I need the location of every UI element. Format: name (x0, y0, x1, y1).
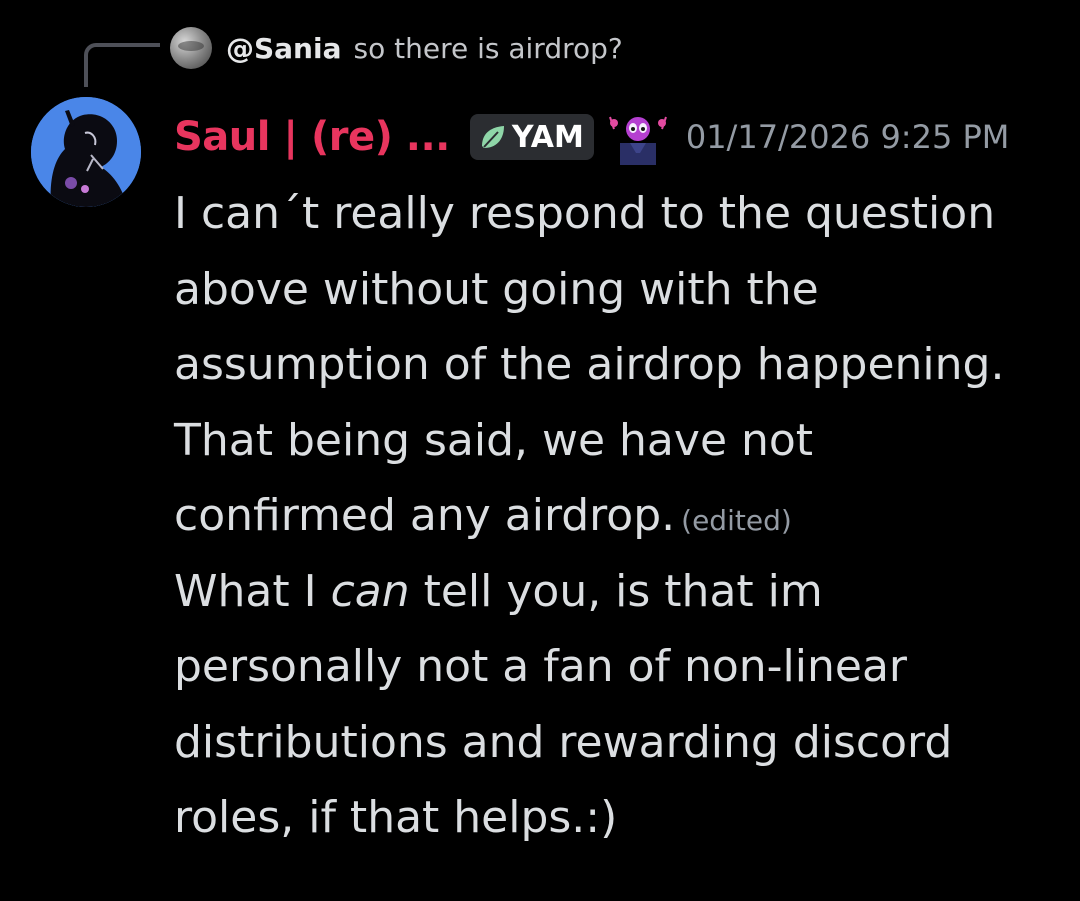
message-line-emphasis: What I can tell you, is that im (174, 554, 1069, 630)
alien-character-icon[interactable] (606, 109, 668, 165)
message-text: What I (174, 565, 331, 617)
edited-label: (edited) (681, 504, 792, 537)
message-line-last: confirmed any airdrop. (edited) (174, 478, 1069, 554)
reply-avatar[interactable] (170, 27, 212, 69)
message-header: Saul | (re) ... YAM 01/17/2026 9:25 PM (174, 106, 1009, 168)
message-line: That being said, we have not (174, 414, 814, 466)
message-line: I can´t really respond to the question (174, 188, 996, 239)
message-text: tell you, is that im (409, 565, 823, 617)
server-tag-label: YAM (511, 119, 584, 155)
reply-connector (84, 43, 160, 87)
message-timestamp[interactable]: 01/17/2026 9:25 PM (686, 118, 1010, 156)
message-line: personally not a fan of non-linear (174, 641, 908, 692)
message-content: I can´t really respond to the question a… (174, 176, 1069, 856)
server-tag[interactable]: YAM (469, 114, 594, 160)
reply-reference[interactable]: @Sania so there is airdrop? (170, 24, 623, 72)
emphasis-text: can (330, 565, 410, 617)
message-line: roles, if that helps.:) (174, 792, 618, 843)
reply-text[interactable]: so there is airdrop? (354, 32, 623, 65)
author-name[interactable]: Saul | (re) ... (174, 114, 450, 160)
avatar[interactable] (31, 97, 141, 207)
avatar-silhouette-icon (31, 97, 141, 207)
message-line-text: confirmed any airdrop. (174, 490, 676, 541)
message-line: assumption of the airdrop happening. (174, 339, 1005, 390)
message-line: distributions and rewarding discord (174, 716, 953, 768)
leaf-icon (481, 126, 504, 148)
reply-mention[interactable]: @Sania (226, 32, 342, 65)
message-line: above without going with the (174, 263, 819, 315)
